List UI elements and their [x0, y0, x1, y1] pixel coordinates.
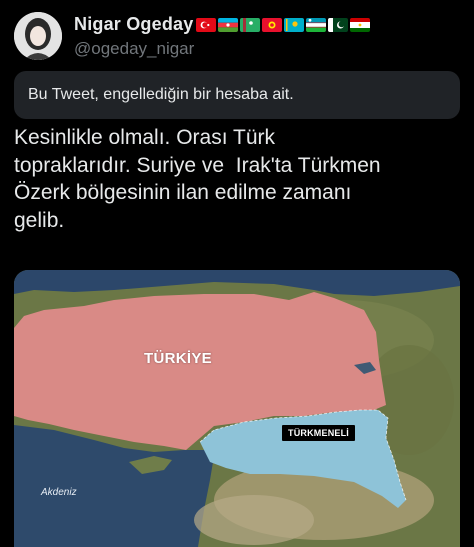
tajikistan-flag-icon — [350, 17, 371, 32]
tweet-text: Kesinlikle olmalı. Orası Türk toprakları… — [14, 126, 381, 232]
azerbaijan-flag-icon — [218, 17, 239, 32]
flag-list — [196, 17, 371, 32]
display-name[interactable]: Nigar Ogeday — [74, 14, 193, 35]
name-row: Nigar Ogeday — [74, 14, 371, 35]
map-label-akdeniz: Akdeniz — [41, 487, 77, 498]
map-label-turkmeneli: TÜRKMENELİ — [282, 425, 355, 441]
tweet-image-map[interactable]: TÜRKİYE TÜRKMENELİ Akdeniz — [14, 270, 460, 547]
blocked-notice-text: Bu Tweet, engellediğin bir hesaba ait. — [28, 86, 294, 103]
turkey-flag-icon — [196, 17, 217, 32]
map-graphic — [14, 270, 460, 547]
map-label-turkiye: TÜRKİYE — [144, 350, 212, 367]
uzbekistan-flag-icon — [306, 17, 327, 32]
kazakhstan-flag-icon — [284, 17, 305, 32]
kyrgyzstan-flag-icon — [262, 17, 283, 32]
blocked-tweet-banner: Bu Tweet, engellediğin bir hesaba ait. — [14, 71, 460, 119]
pakistan-flag-icon — [328, 17, 349, 32]
tweet-header: Nigar Ogeday @ogeday_nigar — [14, 12, 460, 62]
avatar[interactable] — [14, 12, 62, 60]
turkmenistan-flag-icon — [240, 17, 261, 32]
author-handle[interactable]: @ogeday_nigar — [74, 39, 194, 59]
